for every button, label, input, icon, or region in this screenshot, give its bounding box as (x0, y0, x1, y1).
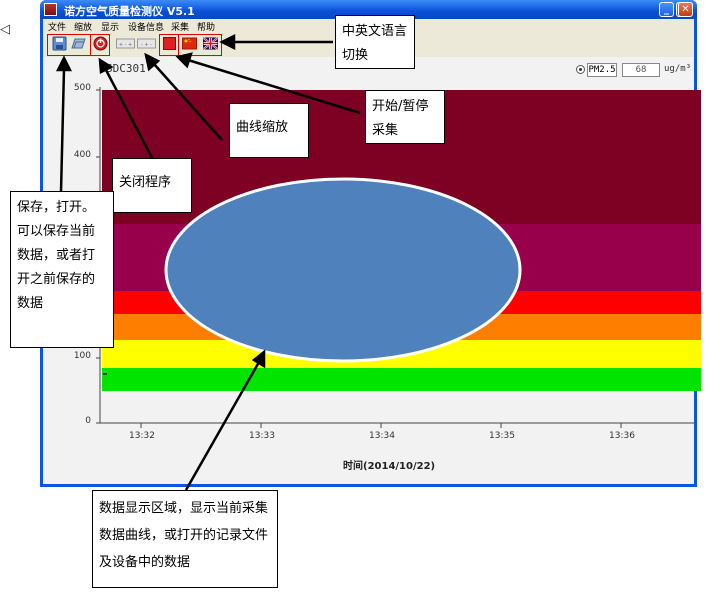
arrowhead-close (98, 57, 114, 74)
arrowhead-start-stop (175, 52, 193, 69)
callout-close: 关闭程序 (112, 158, 192, 213)
callout-display-area: 数据显示区域，显示当前采集数据曲线，或打开的记录文件及设备中的数据 (92, 490, 278, 588)
arrow-save-open (59, 68, 66, 193)
callout-start-stop: 开始/暂停采集 (365, 90, 445, 144)
arrowhead-save-open (55, 55, 73, 72)
arrow-display-area (184, 361, 261, 491)
arrow-zoom (153, 63, 223, 141)
arrow-close (104, 69, 154, 159)
arrowhead-language (219, 33, 236, 51)
arrowhead-display-area (251, 349, 266, 369)
callout-save-open: 保存，打开。可以保存当前数据，或者打开之前保存的数据 (10, 191, 114, 348)
display-area-ellipse (164, 177, 522, 363)
callout-zoom: 曲线缩放 (229, 103, 309, 158)
callout-language: 中英文语言切换 (335, 15, 415, 69)
